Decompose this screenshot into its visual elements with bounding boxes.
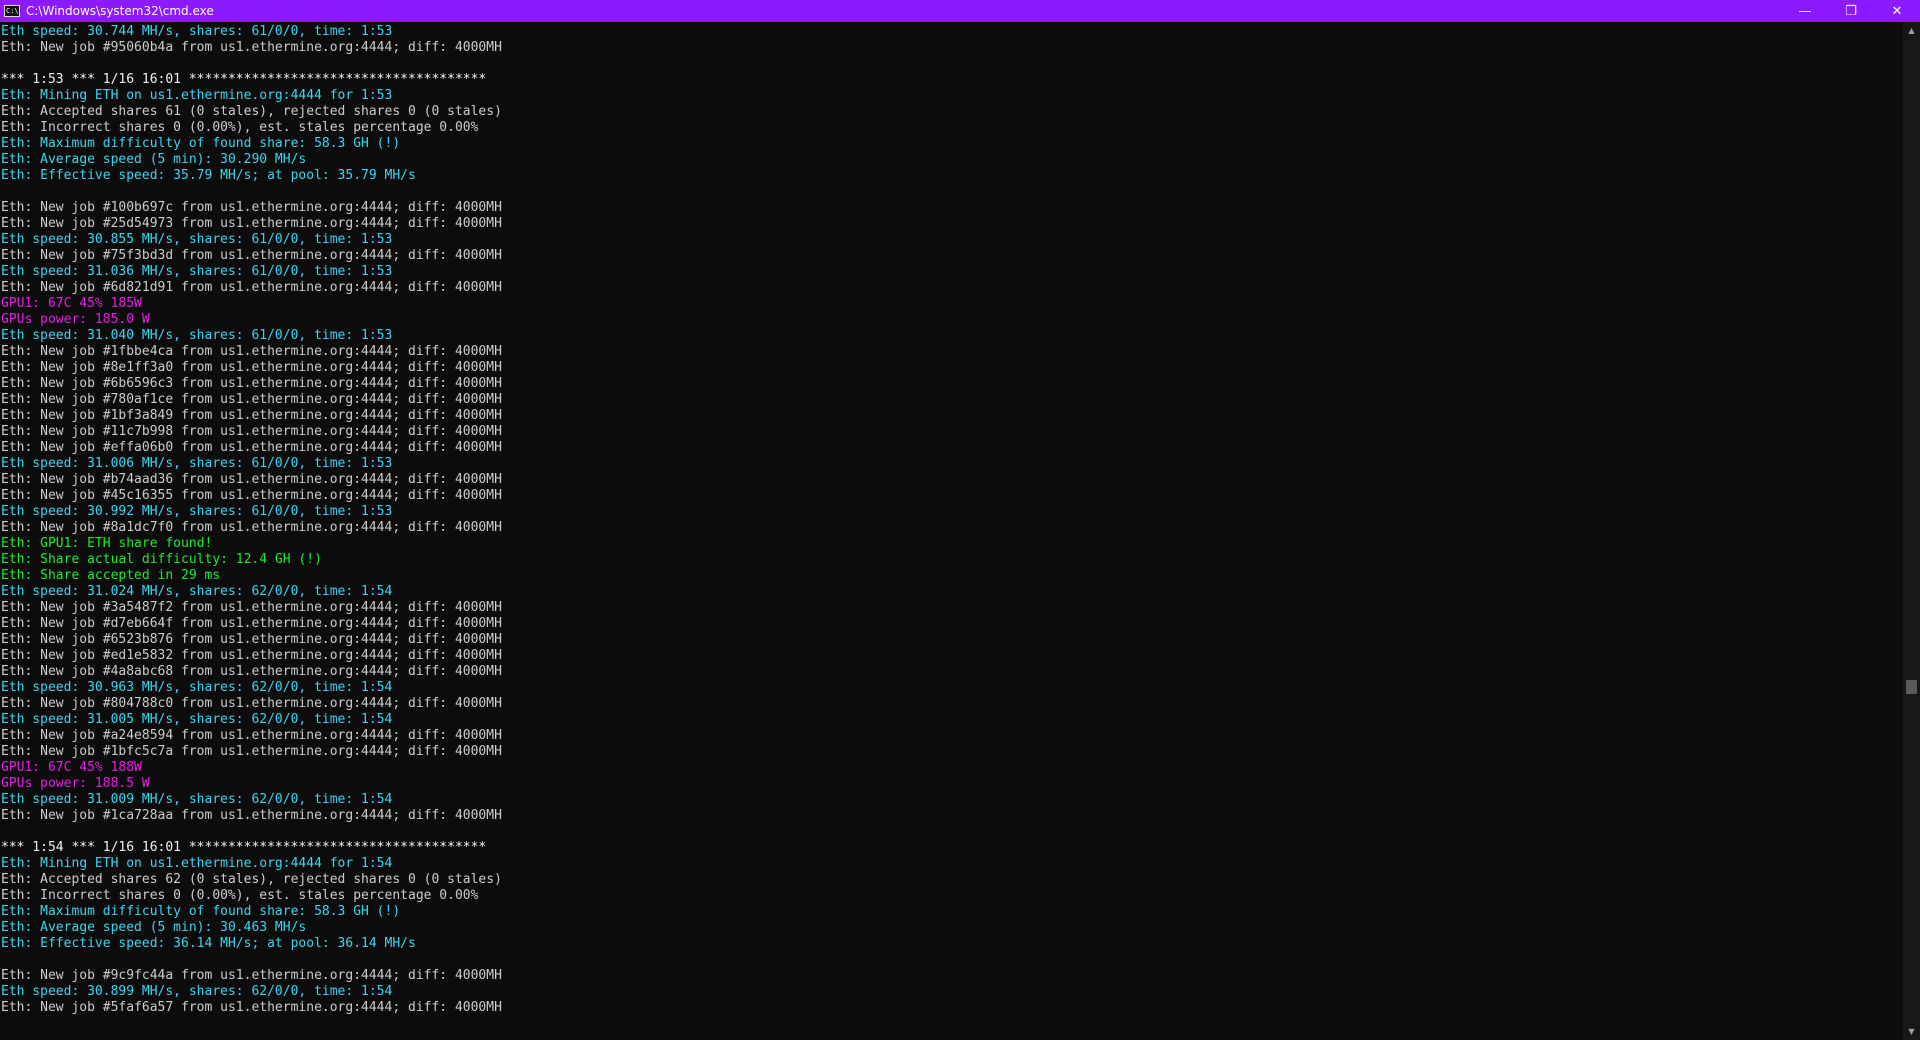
console-line: Eth: Accepted shares 62 (0 stales), reje… <box>1 872 502 887</box>
console-line: Eth: New job #4a8abc68 from us1.ethermin… <box>1 664 502 679</box>
console-line: Eth speed: 30.855 MH/s, shares: 61/0/0, … <box>1 232 393 247</box>
console-line: Eth: New job #804788c0 from us1.ethermin… <box>1 696 502 711</box>
window-controls: — ❐ ✕ <box>1782 0 1920 22</box>
console-line: Eth: New job #effa06b0 from us1.ethermin… <box>1 440 502 455</box>
console-line: Eth: Incorrect shares 0 (0.00%), est. st… <box>1 120 479 135</box>
restore-button[interactable]: ❐ <box>1828 0 1874 22</box>
scroll-down-icon[interactable]: ▼ <box>1903 1023 1920 1040</box>
restore-icon: ❐ <box>1845 3 1857 19</box>
console-line: Eth: Share accepted in 29 ms <box>1 568 221 583</box>
console-line: Eth: New job #6523b876 from us1.ethermin… <box>1 632 502 647</box>
console-line: Eth: New job #5faf6a57 from us1.ethermin… <box>1 1000 502 1015</box>
window-title: C:\Windows\system32\cmd.exe <box>26 4 214 18</box>
console-line: GPUs power: 188.5 W <box>1 776 150 791</box>
console-line: Eth: New job #1bfc5c7a from us1.ethermin… <box>1 744 502 759</box>
console-line: Eth speed: 31.040 MH/s, shares: 61/0/0, … <box>1 328 393 343</box>
console-line: Eth speed: 31.036 MH/s, shares: 61/0/0, … <box>1 264 393 279</box>
console-line: *** 1:54 *** 1/16 16:01 ****************… <box>1 840 487 855</box>
console-line: Eth: New job #6d821d91 from us1.ethermin… <box>1 280 502 295</box>
console-output[interactable]: Eth speed: 30.744 MH/s, shares: 61/0/0, … <box>0 22 1903 1040</box>
console-line: Eth: New job #100b697c from us1.ethermin… <box>1 200 502 215</box>
console-line: Eth: Maximum difficulty of found share: … <box>1 904 401 919</box>
console-line: Eth: New job #ed1e5832 from us1.ethermin… <box>1 648 502 663</box>
console-line: Eth: New job #1ca728aa from us1.ethermin… <box>1 808 502 823</box>
console-line: Eth: Average speed (5 min): 30.463 MH/s <box>1 920 307 935</box>
console-line: Eth: Mining ETH on us1.ethermine.org:444… <box>1 88 393 103</box>
console-line: Eth: Mining ETH on us1.ethermine.org:444… <box>1 856 393 871</box>
console-line: Eth speed: 31.006 MH/s, shares: 61/0/0, … <box>1 456 393 471</box>
cmd-window: C:\ C:\Windows\system32\cmd.exe — ❐ ✕ Et… <box>0 0 1920 1040</box>
cmd-icon: C:\ <box>4 5 20 17</box>
console-line: *** 1:53 *** 1/16 16:01 ****************… <box>1 72 487 87</box>
console-line: Eth: New job #95060b4a from us1.ethermin… <box>1 40 502 55</box>
console-line: Eth: New job #b74aad36 from us1.ethermin… <box>1 472 502 487</box>
console-line: Eth: Maximum difficulty of found share: … <box>1 136 401 151</box>
close-button[interactable]: ✕ <box>1874 0 1920 22</box>
console-line: Eth: Average speed (5 min): 30.290 MH/s <box>1 152 307 167</box>
console-line: Eth speed: 31.024 MH/s, shares: 62/0/0, … <box>1 584 393 599</box>
console-line: Eth: New job #8a1dc7f0 from us1.ethermin… <box>1 520 502 535</box>
console-line: Eth: New job #1fbbe4ca from us1.ethermin… <box>1 344 502 359</box>
console-line: Eth: New job #6b6596c3 from us1.ethermin… <box>1 376 502 391</box>
console-line: Eth: Effective speed: 35.79 MH/s; at poo… <box>1 168 416 183</box>
title-bar[interactable]: C:\ C:\Windows\system32\cmd.exe — ❐ ✕ <box>0 0 1920 22</box>
console-line: Eth: New job #3a5487f2 from us1.ethermin… <box>1 600 502 615</box>
vertical-scrollbar[interactable]: ▲ ▼ <box>1903 22 1920 1040</box>
close-icon: ✕ <box>1891 3 1903 19</box>
console-line: Eth: New job #780af1ce from us1.ethermin… <box>1 392 502 407</box>
console-line: Eth: Incorrect shares 0 (0.00%), est. st… <box>1 888 479 903</box>
console-line: Eth: New job #75f3bd3d from us1.ethermin… <box>1 248 502 263</box>
console-line: Eth: New job #9c9fc44a from us1.ethermin… <box>1 968 502 983</box>
console-line: Eth: GPU1: ETH share found! <box>1 536 213 551</box>
console-line: Eth: New job #45c16355 from us1.ethermin… <box>1 488 502 503</box>
console-line: GPU1: 67C 45% 185W <box>1 296 142 311</box>
console-line: Eth: Share actual difficulty: 12.4 GH (!… <box>1 552 322 567</box>
scrollbar-thumb[interactable] <box>1906 680 1917 694</box>
console-line: Eth speed: 30.744 MH/s, shares: 61/0/0, … <box>1 24 393 39</box>
console-line: Eth speed: 31.005 MH/s, shares: 62/0/0, … <box>1 712 393 727</box>
minimize-button[interactable]: — <box>1782 0 1828 22</box>
minimize-icon: — <box>1798 3 1812 19</box>
scroll-up-icon[interactable]: ▲ <box>1903 22 1920 39</box>
console-line: GPU1: 67C 45% 188W <box>1 760 142 775</box>
console-line: Eth: New job #25d54973 from us1.ethermin… <box>1 216 502 231</box>
console-line: Eth: New job #8e1ff3a0 from us1.ethermin… <box>1 360 502 375</box>
console-line: Eth: New job #d7eb664f from us1.ethermin… <box>1 616 502 631</box>
console-line: Eth: Accepted shares 61 (0 stales), reje… <box>1 104 502 119</box>
console-line: Eth speed: 30.992 MH/s, shares: 61/0/0, … <box>1 504 393 519</box>
console-line: Eth: New job #a24e8594 from us1.ethermin… <box>1 728 502 743</box>
console-line: Eth speed: 30.963 MH/s, shares: 62/0/0, … <box>1 680 393 695</box>
console-line: Eth: New job #11c7b998 from us1.ethermin… <box>1 424 502 439</box>
console-line: Eth: New job #1bf3a849 from us1.ethermin… <box>1 408 502 423</box>
console-line: Eth speed: 31.009 MH/s, shares: 62/0/0, … <box>1 792 393 807</box>
console-line: Eth: Effective speed: 36.14 MH/s; at poo… <box>1 936 416 951</box>
console-line: Eth speed: 30.899 MH/s, shares: 62/0/0, … <box>1 984 393 999</box>
console-line: GPUs power: 185.0 W <box>1 312 150 327</box>
